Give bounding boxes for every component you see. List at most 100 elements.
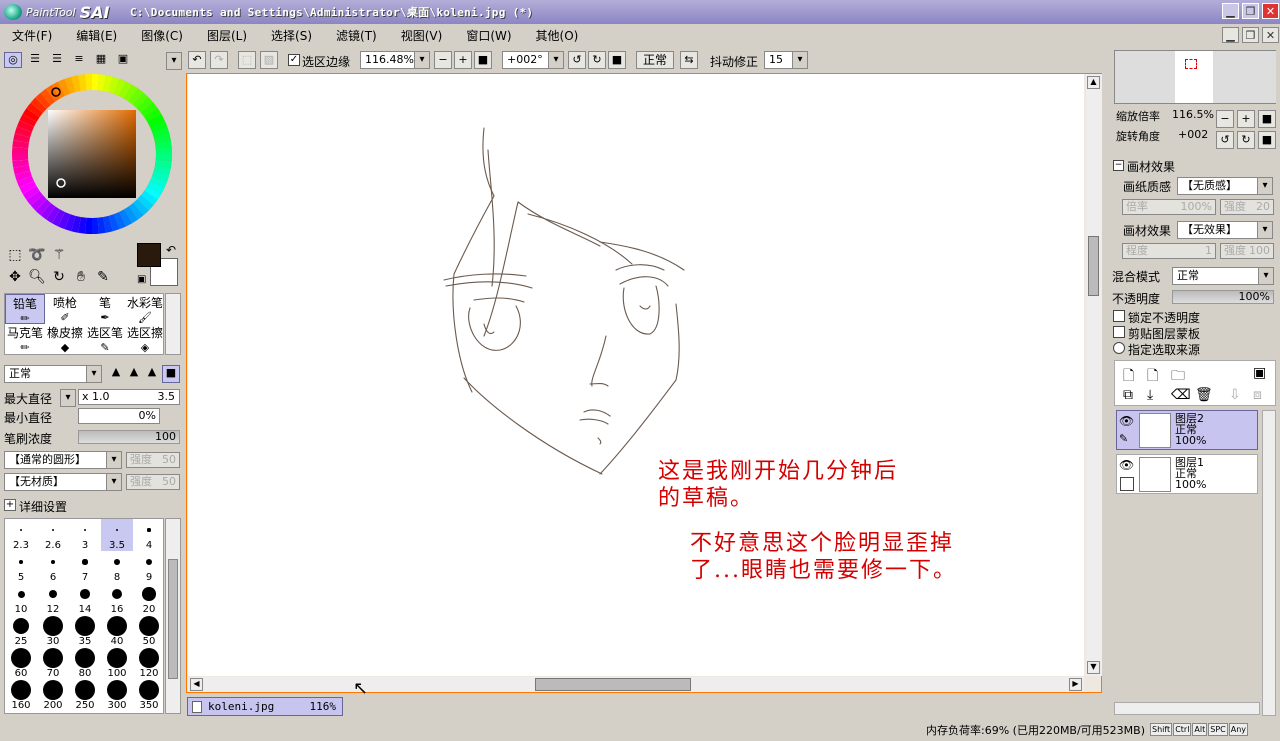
doc-close-button[interactable]: ✕ [1262, 27, 1279, 43]
view-mode-button[interactable]: 正常 [636, 51, 674, 69]
brush-size-cell[interactable]: 50 [133, 615, 163, 647]
color-mixer-tab-icon[interactable]: ≡ [70, 52, 88, 68]
deselect-icon[interactable]: ⬚ [238, 51, 256, 69]
tool-watercolor[interactable]: 水彩笔 🖌︎ [125, 294, 165, 324]
density-slider[interactable]: 100 [78, 430, 180, 444]
eyedropper-icon[interactable]: ✎ [94, 268, 112, 286]
menu-edit[interactable]: 编辑(E) [64, 27, 129, 44]
nav-rotate-right-icon[interactable]: ↻ [1237, 131, 1255, 149]
tool-marker[interactable]: 马克笔 ✏ [5, 324, 45, 354]
zoom-out-icon[interactable]: − [434, 51, 452, 69]
scratchpad-tab-icon[interactable]: ▣ [114, 52, 132, 68]
move-icon[interactable]: ✥ [6, 268, 24, 286]
scroll-left-icon[interactable]: ◀ [190, 678, 203, 691]
brush-size-cell[interactable]: 350 [133, 679, 163, 711]
layer-item-2[interactable]: 👁︎ ✎ 图层2 正常 100% [1116, 410, 1258, 450]
copy-layer-icon[interactable]: ⧉ [1123, 387, 1133, 403]
document-tab[interactable]: koleni.jpg 116% [187, 697, 343, 716]
brush-size-cell[interactable]: 9 [133, 551, 163, 583]
undo-icon[interactable]: ↶ [188, 51, 206, 69]
tool-select-pen[interactable]: 选区笔 ✎ [85, 324, 125, 354]
brush-size-cell[interactable]: 80 [69, 647, 101, 679]
nav-rotate-left-icon[interactable]: ↺ [1216, 131, 1234, 149]
brush-size-cell[interactable]: 8 [101, 551, 133, 583]
detail-settings-label[interactable]: 详细设置 [19, 498, 67, 515]
brush-size-cell[interactable]: 3 [69, 519, 101, 551]
close-button[interactable]: ✕ [1262, 3, 1279, 19]
tool-palette-scrollbar[interactable] [165, 293, 181, 355]
rotate-right-icon[interactable]: ↻ [588, 51, 606, 69]
menu-window[interactable]: 窗口(W) [454, 27, 523, 44]
tool-airbrush[interactable]: 喷枪 ✐ [45, 294, 85, 324]
scroll-down-icon[interactable]: ▼ [1087, 661, 1100, 674]
brush-size-cell[interactable]: 25 [5, 615, 37, 647]
brush-size-scrollbar[interactable] [165, 518, 181, 714]
hsv-slider-tab-icon[interactable]: ☰ [48, 52, 66, 68]
navigator-preview[interactable] [1114, 50, 1276, 104]
canvas[interactable]: 这是我刚开始几分钟后 的草稿。 不好意思这个脸明显歪掉 了...眼睛也需要修一下… [188, 74, 1084, 676]
brush-size-cell[interactable]: 3.5 [101, 519, 133, 551]
rotate-icon[interactable]: ↻ [50, 268, 68, 286]
swatches-tab-icon[interactable]: ▦ [92, 52, 110, 68]
layer-list-hscrollbar[interactable] [1114, 702, 1260, 715]
brush-size-cell[interactable]: 40 [101, 615, 133, 647]
lock-opacity-checkbox[interactable] [1113, 310, 1125, 322]
new-vector-layer-icon[interactable]: 🗋︎ [1147, 365, 1158, 389]
brush-texture-dropdown[interactable]: 【无材质】 [4, 473, 122, 491]
merge-down-icon[interactable]: ⤓ [1147, 387, 1153, 403]
brush-size-cell[interactable]: 4 [133, 519, 163, 551]
horizontal-scroll-thumb[interactable] [535, 678, 691, 691]
max-size-field[interactable]: x 1.0 3.5 [78, 389, 180, 405]
collapse-icon[interactable]: − [1113, 160, 1124, 171]
scroll-up-icon[interactable]: ▲ [1087, 76, 1100, 89]
edge-soft-icon[interactable]: ▲ [144, 365, 160, 383]
menu-other[interactable]: 其他(O) [524, 27, 591, 44]
brush-size-cell[interactable]: 7 [69, 551, 101, 583]
brush-size-cell[interactable]: 2.3 [5, 519, 37, 551]
brush-size-cell[interactable]: 2.6 [37, 519, 69, 551]
canvas-vertical-scrollbar[interactable]: ▲ ▼ [1086, 74, 1102, 676]
invert-select-icon[interactable]: ▧ [260, 51, 278, 69]
brush-size-scroll-thumb[interactable] [168, 559, 178, 679]
brush-size-cell[interactable]: 10 [5, 583, 37, 615]
selection-source-radio[interactable] [1113, 342, 1125, 354]
menu-file[interactable]: 文件(F) [0, 27, 64, 44]
nav-rotate-reset-icon[interactable]: ■ [1258, 131, 1276, 149]
zoom-in-icon[interactable]: + [454, 51, 472, 69]
edge-medium-icon[interactable]: ▲ [126, 365, 142, 383]
paper-texture-dropdown[interactable]: 【无质感】 [1177, 177, 1273, 195]
lasso-icon[interactable]: ➰ [28, 246, 46, 264]
visibility-eye-icon[interactable]: 👁︎ [1119, 458, 1134, 472]
rotate-left-icon[interactable]: ↺ [568, 51, 586, 69]
visibility-eye-icon[interactable]: 👁︎ [1119, 414, 1134, 428]
layer-mask-icon[interactable]: ▣ [1253, 365, 1266, 381]
tool-pencil[interactable]: 铅笔 ✏ [5, 294, 45, 325]
menu-select[interactable]: 选择(S) [259, 27, 324, 44]
min-size-field[interactable]: 0% [78, 408, 160, 424]
brush-size-cell[interactable]: 35 [69, 615, 101, 647]
layer-item-1[interactable]: 👁︎ 图层1 正常 100% [1116, 454, 1258, 494]
menu-filter[interactable]: 滤镜(T) [324, 27, 389, 44]
paper-effect-dropdown[interactable]: 【无效果】 [1177, 221, 1273, 239]
flip-horizontal-icon[interactable]: ⇆ [680, 51, 698, 69]
brush-size-cell[interactable]: 300 [101, 679, 133, 711]
edge-hard-icon[interactable]: ▲ [108, 365, 124, 383]
expand-icon[interactable]: + [4, 499, 16, 511]
tool-pen[interactable]: 笔 ✒ [85, 294, 125, 324]
menu-view[interactable]: 视图(V) [389, 27, 455, 44]
doc-restore-button[interactable]: ❐ [1242, 27, 1259, 43]
selection-edge-checkbox[interactable]: ✓ [288, 54, 300, 66]
new-layer-icon[interactable]: 🗋︎ [1123, 365, 1134, 389]
magic-wand-icon[interactable]: ⚚ [50, 246, 68, 264]
brush-size-cell[interactable]: 160 [5, 679, 37, 711]
color-wheel-tab-icon[interactable]: ◎ [4, 52, 22, 68]
brush-size-cell[interactable]: 60 [5, 647, 37, 679]
zoom-icon[interactable]: 🔍︎ [28, 268, 46, 286]
stabilizer-dropdown[interactable]: 15 [764, 51, 808, 69]
tool-select-eraser[interactable]: 选区擦 ◈ [125, 324, 165, 354]
swap-colors-icon[interactable]: ↶ [166, 243, 176, 257]
color-panel-menu[interactable] [166, 52, 182, 70]
rect-select-icon[interactable]: ⬚ [6, 246, 24, 264]
maximize-button[interactable]: ❐ [1242, 3, 1259, 19]
scroll-right-icon[interactable]: ▶ [1069, 678, 1082, 691]
